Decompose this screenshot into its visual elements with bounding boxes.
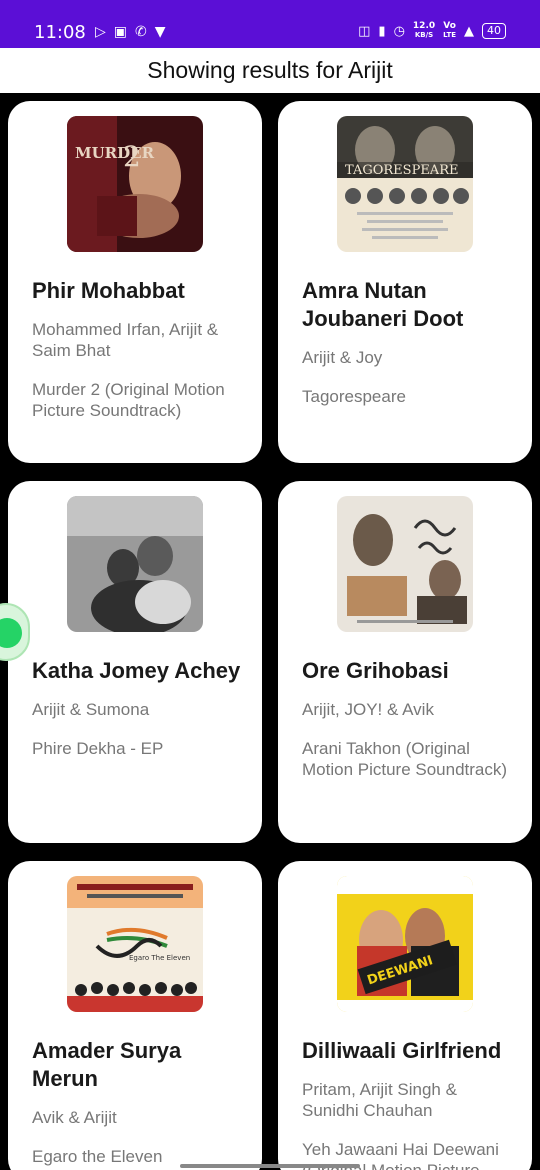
- song-title: Katha Jomey Achey: [32, 658, 241, 683]
- whatsapp-icon: [0, 618, 22, 648]
- signal-icon: ▲: [464, 23, 474, 39]
- album-art: DEEWANI: [337, 876, 473, 1012]
- song-artist: Arijit & Sumona: [32, 700, 150, 719]
- alarm-icon: ◷: [393, 23, 405, 39]
- song-card[interactable]: Ore Grihobasi Arijit, JOY! & Avik Arani …: [278, 481, 532, 843]
- song-artist: Pritam, Arijit Singh & Sunidhi Chauhan: [302, 1080, 457, 1120]
- song-album: Murder 2 (Original Motion Picture Soundt…: [32, 380, 225, 420]
- video-icon: ▷: [95, 24, 106, 40]
- vibrate-icon: ▮: [378, 23, 386, 39]
- svg-text:2: 2: [123, 140, 141, 173]
- song-album: Arani Takhon (Original Motion Picture So…: [302, 739, 508, 779]
- song-card[interactable]: Katha Jomey Achey Arijit & Sumona Phire …: [8, 481, 262, 843]
- gesture-bar[interactable]: [180, 1164, 360, 1168]
- song-title: Ore Grihobasi: [302, 658, 449, 683]
- song-title: Amader Surya Merun: [32, 1038, 182, 1091]
- song-artist: Avik & Arijit: [32, 1108, 117, 1127]
- album-art: TAGORESPEARE: [337, 116, 473, 252]
- network-speed: 12.0 KB/S: [412, 21, 436, 40]
- svg-text:Egaro The Eleven: Egaro The Eleven: [129, 954, 190, 962]
- status-time: 11:08: [34, 22, 86, 43]
- song-title: Dilliwaali Girlfriend: [302, 1038, 502, 1063]
- song-artist: Arijit, JOY! & Avik: [302, 700, 434, 719]
- notification-icons: ▷ ▣ ✆ ▼: [95, 24, 166, 40]
- volte-indicator: Vo LTE: [443, 21, 456, 40]
- svg-text:MURDER: MURDER: [75, 144, 155, 162]
- song-album: Tagorespeare: [302, 387, 406, 406]
- album-art: MURDER 2: [67, 116, 203, 252]
- app-icon: ▼: [154, 24, 166, 40]
- song-title: Phir Mohabbat: [32, 278, 185, 303]
- song-artist: Arijit & Joy: [302, 348, 383, 367]
- results-grid: MURDER 2 Phir Mohabbat Mohammed Irfan, A…: [0, 93, 540, 1170]
- headset-icon: ◫: [358, 23, 371, 39]
- svg-text:TAGORESPEARE: TAGORESPEARE: [345, 163, 458, 178]
- song-card[interactable]: TAGORESPEARE Amra Nutan Joubaneri Doot A…: [278, 101, 532, 463]
- missed-call-icon: ✆: [135, 24, 147, 40]
- album-art: [67, 496, 203, 632]
- page-title: Showing results for Arijit: [147, 57, 393, 83]
- song-title: Amra Nutan Joubaneri Doot: [302, 278, 464, 331]
- song-album: Phire Dekha - EP: [32, 739, 164, 758]
- calendar-icon: ▣: [113, 24, 128, 40]
- status-bar: 11:08 ▷ ▣ ✆ ▼ ◫ ▮ ◷ 12.0 KB/S Vo LTE ▲ 4…: [0, 0, 540, 48]
- song-artist: Mohammed Irfan, Arijit & Saim Bhat: [32, 320, 219, 360]
- album-art: [337, 496, 473, 632]
- song-card[interactable]: Egaro The Eleven Amader Surya Merun Avik…: [8, 861, 262, 1170]
- battery-icon: 40: [482, 23, 506, 39]
- results-header: Showing results for Arijit: [0, 48, 540, 93]
- song-card[interactable]: DEEWANI Dilliwaali Girlfriend Pritam, Ar…: [278, 861, 532, 1170]
- album-art: Egaro The Eleven: [67, 876, 203, 1012]
- system-icons: ◫ ▮ ◷ 12.0 KB/S Vo LTE ▲ 40: [358, 22, 506, 40]
- song-card[interactable]: MURDER 2 Phir Mohabbat Mohammed Irfan, A…: [8, 101, 262, 463]
